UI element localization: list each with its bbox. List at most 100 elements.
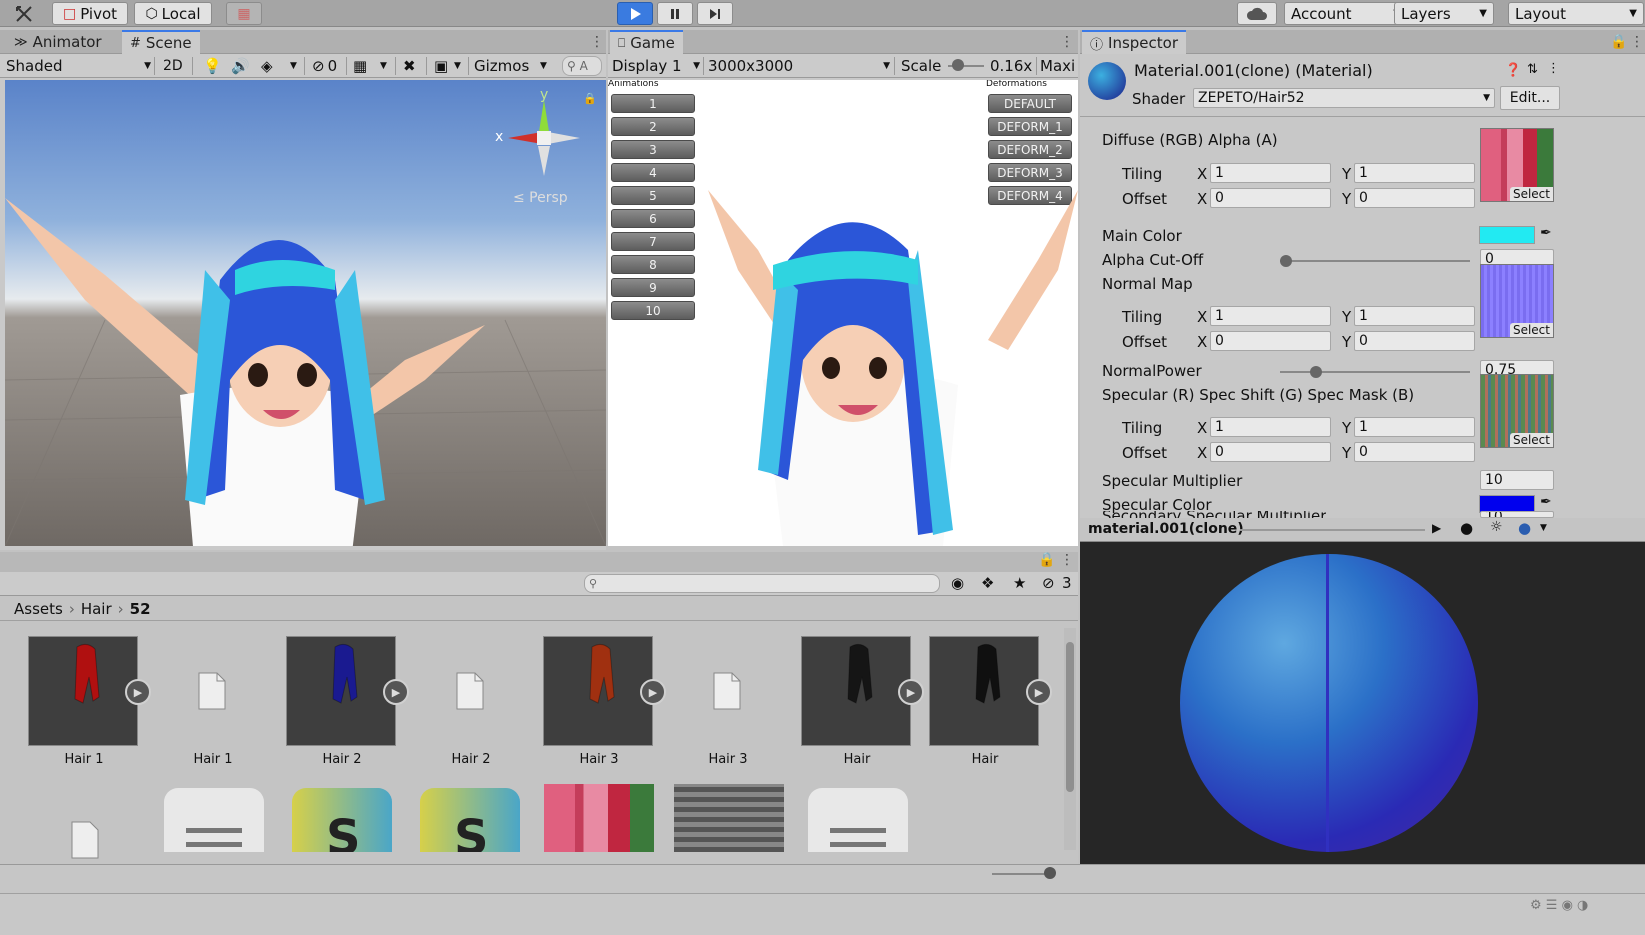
scale-slider[interactable] (948, 56, 984, 76)
animation-button-2[interactable]: 2 (611, 117, 695, 136)
favorites-icon[interactable]: ★ (1013, 574, 1026, 592)
sphere-icon[interactable]: ● (1460, 519, 1473, 537)
file-icon[interactable] (70, 820, 110, 864)
more-options-icon[interactable]: ⋮ (1547, 61, 1560, 76)
help-icon[interactable]: ❓ (1505, 63, 1521, 78)
normal-map-texture-slot[interactable]: Select (1480, 264, 1554, 338)
normal-tiling-y[interactable]: 1 (1354, 306, 1475, 326)
eyedropper-icon[interactable]: ✒ (1540, 225, 1552, 241)
main-color-swatch[interactable] (1479, 226, 1535, 244)
play-icon[interactable]: ▶ (1432, 521, 1441, 535)
icon-size-slider[interactable] (992, 867, 1056, 879)
eye-slash-icon[interactable]: ⊘ (1042, 574, 1055, 592)
lighting-icon[interactable]: 💡 (203, 56, 222, 76)
hidden-objects-toggle[interactable]: ⊘ 0 (312, 56, 337, 76)
asset-item[interactable]: Hair 2 (415, 636, 527, 767)
chevron-down-icon[interactable]: ▼ (454, 56, 461, 76)
spec-offset-x[interactable]: 0 (1210, 442, 1331, 462)
shading-dropdown[interactable]: Shaded ▼ (6, 56, 151, 76)
expand-arrow-icon[interactable]: ▶ (383, 679, 409, 705)
expand-arrow-icon[interactable]: ▶ (1026, 679, 1052, 705)
play-button[interactable] (617, 2, 653, 25)
project-scrollbar[interactable] (1064, 628, 1076, 850)
scene-view[interactable]: y x ≤ Persp 🔒 (5, 80, 606, 546)
normal-power-slider[interactable] (1280, 366, 1470, 378)
presets-icon[interactable]: ⇅ (1527, 62, 1538, 77)
deform-button-1[interactable]: DEFAULT (988, 94, 1072, 113)
text-asset-icon[interactable] (164, 788, 264, 852)
breadcrumb-assets[interactable]: Assets (14, 600, 63, 618)
camera-icon[interactable]: ▣ (434, 56, 448, 76)
shader-asset-icon[interactable]: S (292, 788, 392, 852)
light-icon[interactable]: ☼ (1490, 519, 1503, 535)
more-options-icon[interactable]: ⋮ (1630, 34, 1644, 50)
pause-button[interactable] (657, 2, 693, 25)
breadcrumb-hair[interactable]: Hair (81, 600, 112, 618)
tab-scene[interactable]: # Scene (122, 30, 200, 54)
chevron-down-icon[interactable]: ▼ (380, 56, 387, 76)
audio-icon[interactable]: 🔊 (231, 56, 250, 76)
spec-tiling-x[interactable]: 1 (1210, 417, 1331, 437)
asset-item[interactable]: Hair 3 (672, 636, 784, 767)
lock-icon[interactable]: 🔒 (1610, 34, 1627, 50)
grid-toggle-icon[interactable]: ▦ (353, 56, 367, 76)
preview-drag-handle[interactable] (1240, 529, 1425, 531)
tab-inspector[interactable]: ⓘ Inspector (1082, 30, 1186, 54)
spec-mult-field[interactable]: 10 (1480, 470, 1554, 490)
layers-dropdown[interactable]: Layers ▼ (1394, 2, 1494, 25)
material-preview-sphere[interactable] (1180, 554, 1478, 852)
tools-icon[interactable] (6, 2, 42, 25)
chevron-down-icon[interactable]: ▼ (1540, 523, 1547, 533)
more-options-icon[interactable]: ⋮ (1060, 34, 1074, 50)
diffuse-offset-x[interactable]: 0 (1210, 188, 1331, 208)
lock-icon[interactable]: 🔒 (1038, 552, 1055, 568)
diffuse-tiling-x[interactable]: 1 (1210, 163, 1331, 183)
asset-item[interactable]: ▶ Hair 1 (28, 636, 151, 767)
secondary-spec-field[interactable]: 10 (1480, 511, 1554, 518)
resolution-dropdown[interactable]: 3000x3000 ▼ (708, 56, 890, 76)
eyedropper-icon[interactable]: ✒ (1540, 494, 1552, 510)
diffuse-tiling-y[interactable]: 1 (1354, 163, 1475, 183)
display-dropdown[interactable]: Display 1 ▼ (612, 56, 700, 76)
select-button[interactable]: Select (1509, 433, 1553, 447)
2d-toggle[interactable]: 2D (163, 56, 183, 76)
effects-icon[interactable]: ◈ (261, 56, 273, 76)
lock-icon[interactable]: 🔒 (583, 92, 597, 105)
spec-offset-y[interactable]: 0 (1354, 442, 1475, 462)
slider-knob[interactable] (1280, 255, 1292, 267)
select-button[interactable]: Select (1509, 187, 1553, 201)
shader-dropdown[interactable]: ZEPETO/Hair52 ▼ (1193, 88, 1495, 108)
expand-arrow-icon[interactable]: ▶ (125, 679, 151, 705)
expand-arrow-icon[interactable]: ▶ (898, 679, 924, 705)
filter-by-label-icon[interactable]: ❖ (981, 574, 994, 592)
preview-shape-icon[interactable]: ● (1518, 519, 1531, 537)
pivot-button[interactable]: □ Pivot (52, 2, 128, 25)
alpha-cutoff-slider[interactable] (1280, 255, 1470, 267)
chevron-down-icon[interactable]: ▼ (540, 56, 547, 76)
shader-asset-icon[interactable]: S (420, 788, 520, 852)
deform-button-2[interactable]: DEFORM_1 (988, 117, 1072, 136)
chevron-down-icon[interactable]: ▼ (290, 56, 297, 76)
texture-asset-thumbnail[interactable] (674, 784, 784, 852)
grid-snap-button[interactable]: ▦ (226, 2, 262, 25)
breadcrumb-52[interactable]: 52 (130, 600, 151, 618)
project-search-input[interactable]: ⚲ (584, 574, 940, 593)
more-options-icon[interactable]: ⋮ (590, 34, 604, 50)
text-asset-icon[interactable] (808, 788, 908, 852)
perspective-label[interactable]: ≤ Persp (513, 190, 568, 206)
animation-button-1[interactable]: 1 (611, 94, 695, 113)
asset-item[interactable]: ▶ Hair (801, 636, 924, 767)
specular-texture-slot[interactable]: Select (1480, 374, 1554, 448)
asset-item[interactable]: ▶ Hair 2 (286, 636, 409, 767)
diffuse-texture-slot[interactable]: Select (1480, 128, 1554, 202)
diffuse-offset-y[interactable]: 0 (1354, 188, 1475, 208)
cloud-button[interactable] (1237, 2, 1277, 25)
expand-arrow-icon[interactable]: ▶ (640, 679, 666, 705)
maximize-toggle[interactable]: Maxi (1040, 56, 1075, 76)
normal-offset-y[interactable]: 0 (1354, 331, 1475, 351)
tools-icon[interactable]: ✖ (403, 56, 416, 76)
more-options-icon[interactable]: ⋮ (1060, 552, 1074, 568)
layout-dropdown[interactable]: Layout ▼ (1508, 2, 1644, 25)
step-button[interactable] (697, 2, 733, 25)
game-view[interactable]: Animations Deformations 1 2 3 4 5 6 7 8 9 10 DEFA… (608, 80, 1078, 546)
